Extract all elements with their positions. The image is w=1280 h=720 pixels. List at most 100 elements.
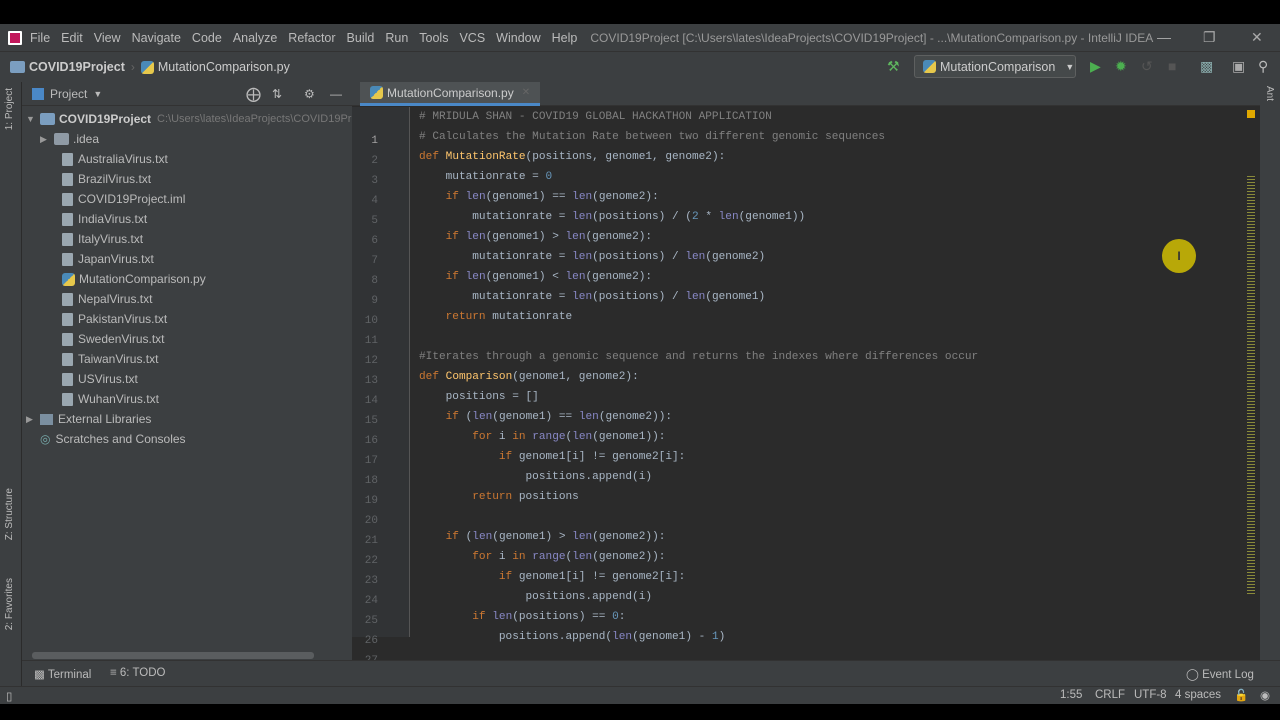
line-number: 25 [364,615,378,627]
menu-refactor[interactable]: Refactor [288,31,335,45]
text-file-icon [62,232,73,246]
mouse-cursor-icon: I [1162,239,1196,273]
line-number: 6 [371,235,378,247]
python-file-icon [140,60,154,74]
expand-arrow-icon[interactable]: ▶ [40,129,54,149]
right-tool-strip: Ant [1260,82,1280,660]
run-icon[interactable]: ▶ [1090,58,1101,75]
restore-button[interactable]: ❐ [1203,24,1216,51]
structure-tool-tab[interactable]: Z: Structure [4,488,15,540]
line-separator[interactable]: CRLF [1095,689,1125,701]
text-file-icon [62,372,73,386]
line-number: 18 [364,475,378,487]
menu-build[interactable]: Build [347,31,375,45]
tree-item[interactable]: MutationComparison.py [62,269,206,289]
editor-scrollbar[interactable] [1244,106,1258,636]
expand-arrow-icon[interactable]: ▶ [26,409,40,429]
indent-setting[interactable]: 4 spaces [1175,689,1221,701]
text-file-icon [62,252,73,266]
file-encoding[interactable]: UTF-8 [1134,689,1167,701]
caret-position[interactable]: 1:55 [1060,689,1082,701]
menu-tools[interactable]: Tools [419,31,448,45]
breadcrumb-separator: › [130,60,135,74]
event-log-tab[interactable]: ◯ Event Log [1186,667,1254,681]
stop-icon[interactable]: ■ [1168,58,1176,74]
text-file-icon [62,292,73,306]
tree-item[interactable]: IndiaVirus.txt [62,209,147,229]
locate-file-icon[interactable]: ⨁ [246,85,261,103]
menu-window[interactable]: Window [496,31,540,45]
lock-icon[interactable]: 🔓 [1234,688,1248,702]
tree-item[interactable]: NepalVirus.txt [62,289,152,309]
menu-code[interactable]: Code [192,31,222,45]
tree-item-label: SwedenVirus.txt [78,332,165,346]
menu-vcs[interactable]: VCS [459,31,485,45]
todo-tab[interactable]: ≡ 6: TODO [110,667,166,679]
tree-item[interactable]: BrazilVirus.txt [62,169,151,189]
line-number: 21 [364,535,378,547]
ant-tool-tab[interactable]: Ant [1264,86,1275,101]
project-structure-icon[interactable]: ▩ [1200,58,1213,75]
tab-mutationcomparison[interactable]: MutationComparison.py ✕ [360,82,541,106]
line-number: 3 [371,175,378,187]
line-number: 12 [364,355,378,367]
tree-external-libraries[interactable]: ▶ External Libraries [22,409,151,429]
build-hammer-icon[interactable]: ⚒ [887,58,900,75]
tree-scratches[interactable]: ◎ Scratches and Consoles [40,429,186,449]
tree-item-label: JapanVirus.txt [78,252,154,266]
project-view-select[interactable]: Project [50,87,87,101]
project-horizontal-scrollbar[interactable] [32,652,314,659]
tree-item[interactable]: ▶ .idea [40,129,99,149]
code-editor[interactable]: MutationComparison.py ✕ 1 2 3 4 5 6 7 8 9 10 11 12 13… [352,82,1260,667]
code-line: if (len(genome1) == len(genome2)): [445,411,673,423]
collapse-all-icon[interactable]: ⇅ [272,87,282,101]
toggle-tool-windows-icon[interactable]: ▯ [6,689,12,703]
search-icon[interactable]: ⚲ [1258,58,1268,75]
favorites-tool-tab[interactable]: 2: Favorites [4,578,15,630]
line-number: 1 [371,135,378,147]
window-title: COVID19Project [C:\Users\lates\IdeaProje… [590,30,1154,45]
menu-file[interactable]: File [30,31,50,45]
tree-item[interactable]: PakistanVirus.txt [62,309,167,329]
chevron-down-icon[interactable]: ▼ [93,89,102,99]
collapse-arrow-icon[interactable]: ▼ [26,109,40,129]
tree-item[interactable]: SwedenVirus.txt [62,329,165,349]
tree-item[interactable]: COVID19Project.iml [62,189,185,209]
run-configuration-select[interactable]: MutationComparison ▼ [914,55,1076,78]
breadcrumb-project[interactable]: COVID19Project [10,60,125,74]
line-number: 20 [364,515,378,527]
code-line: if genome1[i] != genome2[i]: [498,571,686,583]
menu-view[interactable]: View [94,31,121,45]
menu-edit[interactable]: Edit [61,31,83,45]
code-line: # MRIDULA SHAN - COVID19 GLOBAL HACKATHO… [419,111,772,123]
line-number: 19 [364,495,378,507]
tree-item[interactable]: TaiwanVirus.txt [62,349,158,369]
tree-root[interactable]: ▼ COVID19Project C:\Users\lates\IdeaProjec… [22,109,375,129]
inspector-icon[interactable]: ◉ [1260,688,1270,702]
minimize-button[interactable]: — [1157,24,1171,51]
menu-help[interactable]: Help [552,31,578,45]
menu-run[interactable]: Run [385,31,408,45]
close-button[interactable]: ✕ [1251,24,1263,51]
code-line: positions = [] [419,391,539,403]
close-tab-icon[interactable]: ✕ [522,87,530,98]
gear-icon[interactable]: ⚙ [304,87,315,101]
hide-panel-icon[interactable]: — [330,87,342,101]
tree-item-label: COVID19Project.iml [78,192,186,206]
debug-icon[interactable]: ✹ [1115,58,1127,75]
terminal-window-icon[interactable]: ▣ [1232,58,1245,75]
tree-item[interactable]: WuhanVirus.txt [62,389,159,409]
menu-analyze[interactable]: Analyze [233,31,277,45]
tree-item[interactable]: AustraliaVirus.txt [62,149,168,169]
tree-item[interactable]: JapanVirus.txt [62,249,154,269]
tree-item[interactable]: ItalyVirus.txt [62,229,143,249]
project-tool-tab[interactable]: 1: Project [4,88,15,130]
intellij-logo-icon [8,30,22,45]
coverage-icon[interactable]: ↺ [1141,58,1153,75]
scrollbar-markers [1247,176,1255,596]
todo-tab-label: 6: TODO [119,667,166,679]
tree-item[interactable]: USVirus.txt [62,369,138,389]
menu-navigate[interactable]: Navigate [132,31,181,45]
breadcrumb-file[interactable]: MutationComparison.py [140,60,290,74]
terminal-tab[interactable]: ▩ Terminal [34,667,91,681]
